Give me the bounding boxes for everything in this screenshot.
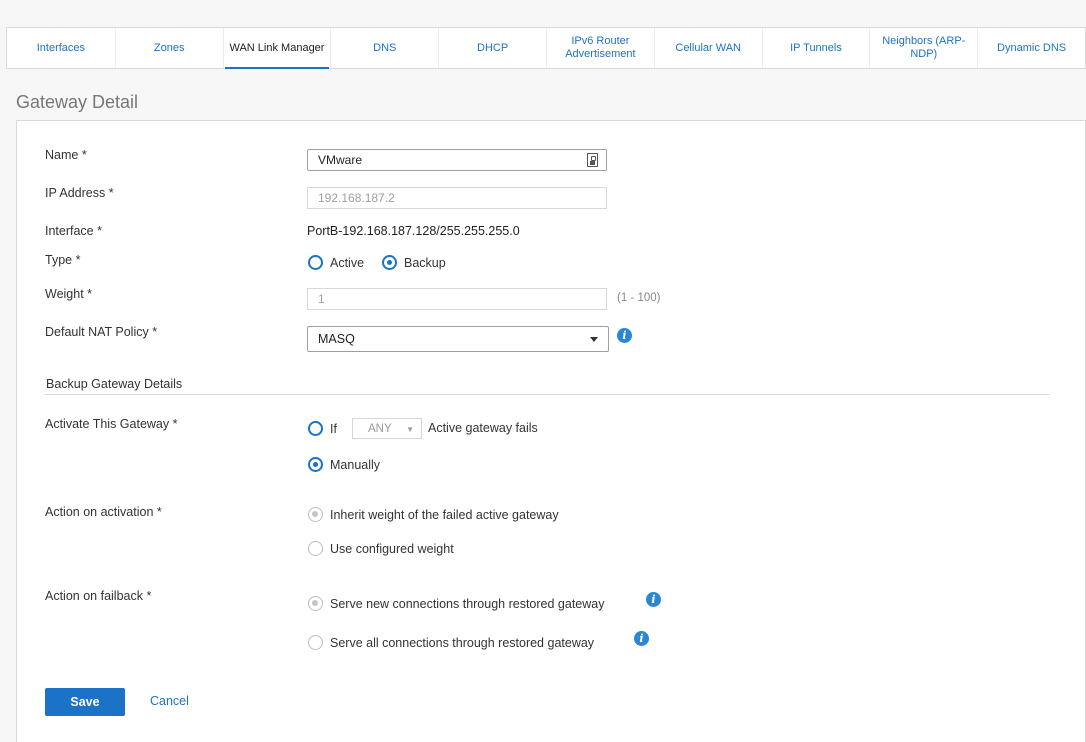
action-failback-label: Action on failback *	[45, 589, 152, 603]
weight-field: 1	[307, 288, 607, 310]
backup-section-title: Backup Gateway Details	[46, 377, 183, 391]
nat-policy-value: MASQ	[318, 332, 355, 346]
configured-weight-label: Use configured weight	[330, 541, 454, 556]
tab-ipv6-router-advertisement[interactable]: IPv6 Router Advertisement	[545, 28, 654, 68]
radio-disabled-checked-icon	[308, 507, 323, 522]
info-icon[interactable]: i	[634, 631, 649, 646]
type-backup-label: Backup	[404, 255, 446, 270]
activate-if-radio[interactable]: If	[308, 421, 337, 436]
section-divider	[45, 394, 1050, 395]
name-label: Name *	[45, 148, 87, 162]
active-gateway-select: ANY ▼	[352, 418, 422, 439]
activate-if-label: If	[330, 421, 337, 436]
inherit-weight-radio: Inherit weight of the failed active gate…	[308, 507, 559, 522]
activate-manually-radio[interactable]: Manually	[308, 457, 380, 472]
serve-all-connections-radio: Serve all connections through restored g…	[308, 635, 594, 650]
radio-checked-icon	[382, 255, 397, 270]
tab-dynamic-dns[interactable]: Dynamic DNS	[977, 28, 1085, 68]
gateway-fails-text: Active gateway fails	[428, 421, 538, 435]
save-button[interactable]: Save	[45, 688, 125, 716]
tab-wan-link-manager[interactable]: WAN Link Manager	[222, 28, 331, 69]
page-title: Gateway Detail	[16, 92, 139, 112]
interface-value: PortB-192.168.187.128/255.255.255.0	[307, 224, 520, 238]
interface-label: Interface *	[45, 224, 102, 238]
type-active-radio[interactable]: Active	[308, 255, 364, 270]
tab-cellular-wan[interactable]: Cellular WAN	[653, 28, 762, 68]
radio-disabled-icon	[308, 541, 323, 556]
action-activation-label: Action on activation *	[45, 505, 162, 519]
tab-bar: Interfaces Zones WAN Link Manager DNS DH…	[6, 27, 1086, 69]
ip-address-label: IP Address *	[45, 186, 114, 200]
serve-all-connections-label: Serve all connections through restored g…	[330, 635, 595, 650]
radio-unchecked-icon	[308, 255, 323, 270]
type-backup-radio[interactable]: Backup	[382, 255, 446, 270]
ip-address-value: 192.168.187.2	[318, 191, 395, 205]
chevron-down-icon	[590, 336, 598, 342]
weight-label: Weight *	[45, 287, 93, 301]
info-icon[interactable]: i	[617, 328, 632, 343]
tab-dhcp[interactable]: DHCP	[438, 28, 546, 68]
activate-manually-label: Manually	[330, 457, 381, 472]
name-value: VMware	[318, 153, 363, 167]
chevron-down-icon: ▼	[406, 425, 414, 434]
radio-checked-icon	[308, 457, 323, 472]
activate-gateway-label: Activate This Gateway *	[45, 417, 178, 431]
autofill-icon[interactable]	[587, 153, 598, 167]
weight-value: 1	[318, 292, 325, 306]
type-label: Type *	[45, 253, 81, 267]
ip-address-field: 192.168.187.2	[307, 187, 607, 209]
tab-interfaces[interactable]: Interfaces	[7, 28, 115, 68]
weight-range-hint: (1 - 100)	[617, 292, 661, 304]
tab-ip-tunnels[interactable]: IP Tunnels	[761, 28, 870, 68]
type-active-label: Active	[330, 255, 365, 270]
tab-zones[interactable]: Zones	[114, 28, 223, 68]
serve-new-connections-label: Serve new connections through restored g…	[330, 596, 605, 611]
tab-dns[interactable]: DNS	[330, 28, 438, 68]
cancel-button[interactable]: Cancel	[150, 694, 189, 708]
configured-weight-radio: Use configured weight	[308, 541, 454, 556]
radio-disabled-icon	[308, 635, 323, 650]
serve-new-connections-radio: Serve new connections through restored g…	[308, 596, 604, 611]
radio-unchecked-icon	[308, 421, 323, 436]
name-field[interactable]: VMware	[307, 149, 607, 171]
nat-policy-select[interactable]: MASQ	[307, 326, 609, 352]
tab-neighbors[interactable]: Neighbors (ARP-NDP)	[869, 28, 977, 68]
info-icon[interactable]: i	[646, 592, 661, 607]
nat-policy-label: Default NAT Policy *	[45, 325, 158, 339]
radio-disabled-checked-icon	[308, 596, 323, 611]
active-gateway-value: ANY	[368, 422, 392, 435]
inherit-weight-label: Inherit weight of the failed active gate…	[330, 507, 559, 522]
